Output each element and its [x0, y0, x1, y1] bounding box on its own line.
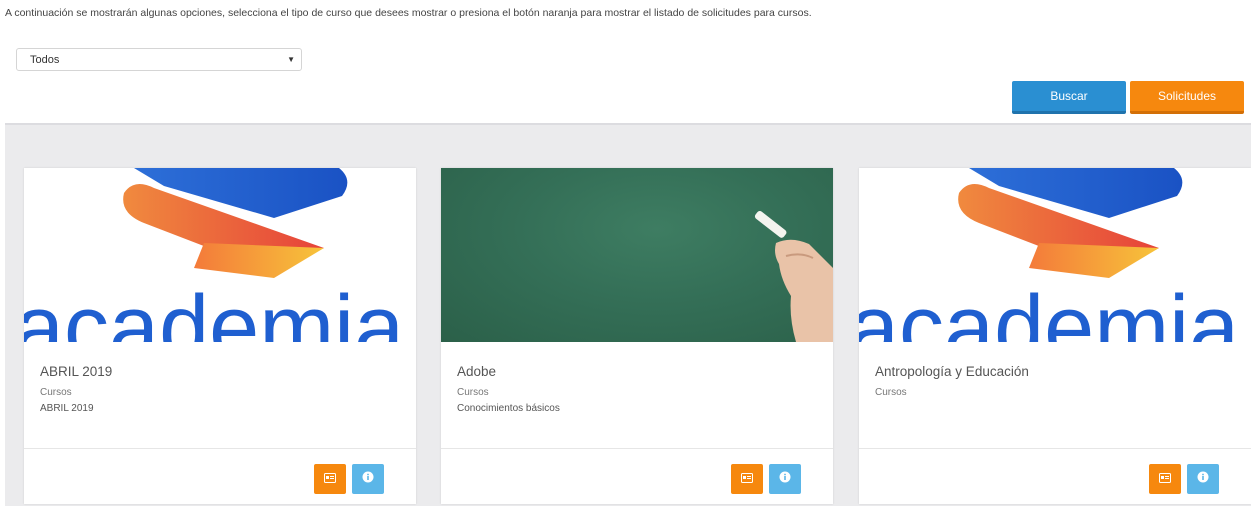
chalkboard-photo	[441, 168, 833, 342]
course-card-info-button[interactable]	[769, 464, 801, 494]
course-card-details-button[interactable]	[314, 464, 346, 494]
academia-logo-image: academia	[24, 168, 416, 342]
course-card[interactable]: academia Antropología y Educación Cursos	[859, 168, 1251, 504]
info-circle-icon	[779, 470, 791, 488]
card-footer-divider	[24, 448, 416, 449]
course-category: Cursos	[457, 387, 489, 398]
requests-button[interactable]: Solicitudes	[1130, 81, 1244, 114]
search-button[interactable]: Buscar	[1012, 81, 1126, 114]
course-card-details-button[interactable]	[731, 464, 763, 494]
info-circle-icon	[1197, 470, 1209, 488]
course-title: Adobe	[457, 364, 497, 379]
course-title: ABRIL 2019	[40, 364, 113, 379]
id-card-icon	[741, 470, 753, 488]
course-category: Cursos	[875, 387, 907, 398]
card-footer-divider	[859, 448, 1251, 449]
course-card-info-button[interactable]	[1187, 464, 1219, 494]
id-card-icon	[1159, 470, 1171, 488]
course-card-info-button[interactable]	[352, 464, 384, 494]
course-title: Antropología y Educación	[875, 364, 1029, 379]
course-category: Cursos	[40, 387, 72, 398]
course-card[interactable]: academia ABRIL 2019 Cursos ABRIL 2019	[24, 168, 416, 504]
intro-text: A continuación se mostrarán algunas opci…	[5, 7, 812, 19]
course-description: Conocimientos básicos	[457, 403, 560, 414]
id-card-icon	[324, 470, 336, 488]
svg-text:academia: academia	[24, 278, 405, 342]
info-circle-icon	[362, 470, 374, 488]
card-footer-divider	[441, 448, 833, 449]
course-card-details-button[interactable]	[1149, 464, 1181, 494]
course-type-select-value: Todos	[30, 54, 60, 66]
dropdown-caret-icon: ▼	[287, 55, 295, 64]
course-type-select[interactable]: Todos ▼	[16, 48, 302, 71]
academia-logo-image: academia	[859, 168, 1251, 342]
course-description: ABRIL 2019	[40, 403, 94, 414]
svg-text:academia: academia	[859, 278, 1240, 342]
course-card[interactable]: Adobe Cursos Conocimientos básicos	[441, 168, 833, 504]
